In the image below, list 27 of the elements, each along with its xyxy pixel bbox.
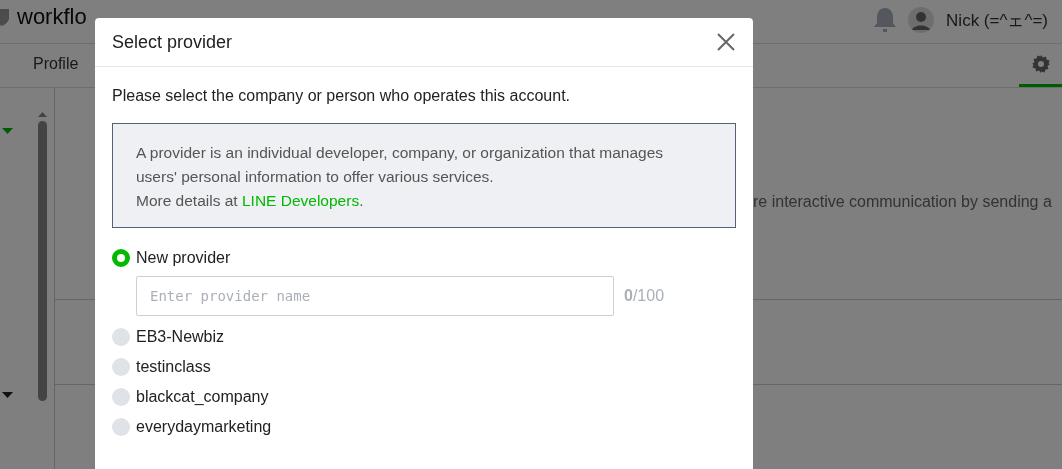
dialog-title: Select provider <box>112 31 233 53</box>
settings-icon <box>1031 54 1050 73</box>
radio-option[interactable]: everydaymarketing <box>112 418 736 436</box>
user-name[interactable]: Nick (=^ェ^=) <box>946 8 1048 32</box>
radio-option[interactable]: testinclass <box>112 358 736 376</box>
caret-icon[interactable] <box>2 128 13 134</box>
radio-button[interactable] <box>112 388 130 406</box>
radio-button[interactable] <box>112 358 130 376</box>
shield-icon <box>0 7 9 27</box>
avatar[interactable] <box>908 7 935 33</box>
radio-option[interactable]: EB3-Newbiz <box>112 328 736 346</box>
info-text: A provider is an individual developer, company, or organization that manages users' personal information to offer various services. More details at LINE Developers. <box>136 143 665 211</box>
radio-option[interactable]: blackcat_company <box>112 388 736 406</box>
caret-icon[interactable] <box>2 392 13 398</box>
character-counter: 0/100 <box>624 287 665 305</box>
scrollbar-thumb[interactable] <box>38 121 47 401</box>
close-button[interactable] <box>716 32 736 52</box>
provider-name-field[interactable]: Enter provider name <box>136 276 614 316</box>
radio-button[interactable] <box>112 328 130 346</box>
account-name[interactable]: workflo <box>17 4 87 30</box>
prompt-text: Please select the company or person who operates this account. <box>112 87 572 105</box>
radio-option[interactable]: New provider <box>112 249 736 267</box>
radio-button[interactable] <box>112 249 130 267</box>
radio-button[interactable] <box>112 418 130 436</box>
scroll-up-icon[interactable] <box>38 112 47 117</box>
bell-icon[interactable] <box>874 7 897 33</box>
description-text: re interactive communication by sending a <box>753 193 1053 212</box>
